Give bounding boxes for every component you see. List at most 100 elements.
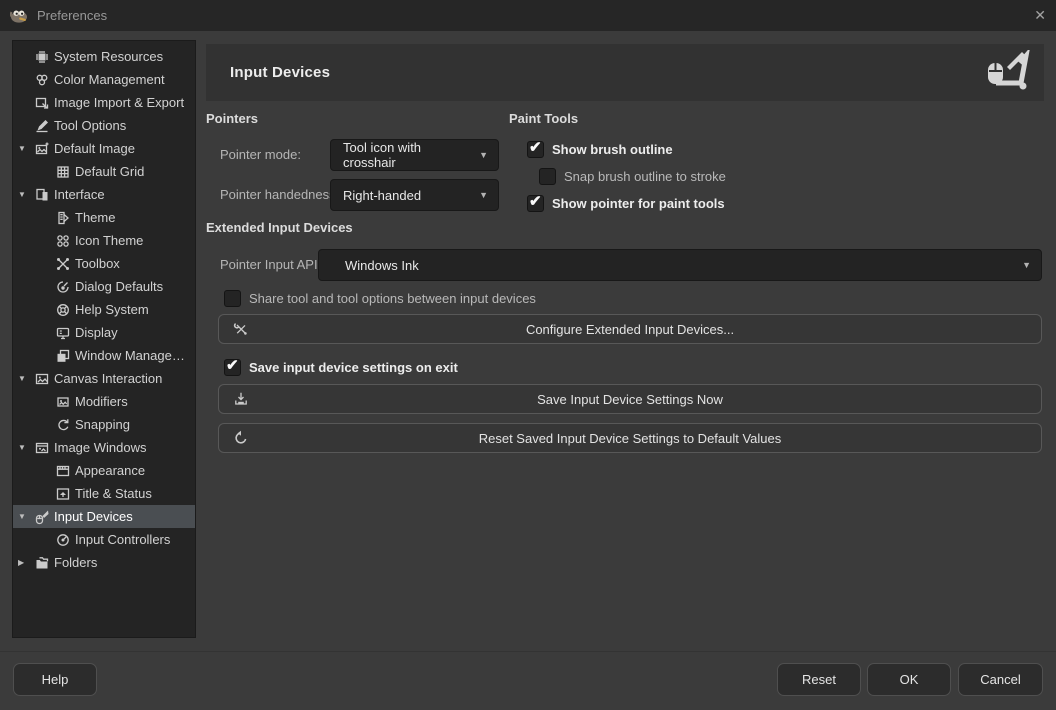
sidebar-item-input-devices[interactable]: ▼ Input Devices: [13, 505, 195, 528]
pointer-input-api-label: Pointer Input API:: [220, 249, 321, 281]
checkbox-icon[interactable]: [539, 168, 556, 185]
chevron-down-icon: ▼: [1014, 260, 1031, 270]
checkbox-icon[interactable]: [527, 195, 544, 212]
checkbox-icon[interactable]: [224, 290, 241, 307]
sidebar-item-color-management[interactable]: Color Management: [13, 68, 195, 91]
canvas-interaction-icon: [34, 371, 50, 387]
sidebar-item-label: Default Grid: [75, 164, 144, 179]
page-title: Input Devices: [230, 64, 330, 81]
reset-button[interactable]: Reset: [777, 663, 861, 696]
sidebar-item-label: Toolbox: [75, 256, 120, 271]
sidebar-item-label: Image Import & Export: [54, 95, 184, 110]
button-label: Save Input Device Settings Now: [537, 392, 723, 407]
expander-open-icon[interactable]: ▼: [18, 137, 34, 160]
expander-closed-icon[interactable]: ▶: [18, 551, 34, 574]
checkbox-icon[interactable]: [224, 359, 241, 376]
reset-settings-icon: [233, 430, 249, 446]
snap-brush-outline-checkbox[interactable]: Snap brush outline to stroke: [539, 167, 726, 185]
sidebar-tree: System Resources Color Management Image Im…: [12, 40, 196, 638]
sidebar-item-default-grid[interactable]: Default Grid: [13, 160, 195, 183]
preferences-dialog: Preferences ✕ System Resources Color Mana…: [0, 0, 1056, 710]
paint-tools-section-heading: Paint Tools: [509, 111, 578, 126]
sidebar-item-label: Modifiers: [75, 394, 128, 409]
sidebar-item-label: Display: [75, 325, 118, 340]
icon-theme-icon: [55, 233, 71, 249]
sidebar-item-canvas-interaction[interactable]: ▼ Canvas Interaction: [13, 367, 195, 390]
display-icon: [55, 325, 71, 341]
sidebar-item-input-controllers[interactable]: Input Controllers: [13, 528, 195, 551]
expander-open-icon[interactable]: ▼: [18, 367, 34, 390]
modifiers-icon: [55, 394, 71, 410]
configure-extended-input-devices-button[interactable]: Configure Extended Input Devices...: [218, 314, 1042, 344]
sidebar-item-theme[interactable]: Theme: [13, 206, 195, 229]
footer-divider: [0, 651, 1056, 652]
show-brush-outline-checkbox[interactable]: Show brush outline: [527, 140, 673, 158]
checkbox-icon[interactable]: [527, 141, 544, 158]
sidebar-item-label: Folders: [54, 555, 97, 570]
help-button[interactable]: Help: [13, 663, 97, 696]
sidebar-item-folders[interactable]: ▶ Folders: [13, 551, 195, 574]
pointer-mode-dropdown[interactable]: Tool icon with crosshair ▼: [330, 139, 499, 171]
window-title: Preferences: [37, 8, 107, 23]
close-icon[interactable]: ✕: [1018, 7, 1046, 24]
ok-button[interactable]: OK: [867, 663, 951, 696]
page-header: Input Devices: [206, 44, 1044, 101]
sidebar-item-label: Snapping: [75, 417, 130, 432]
sidebar-item-tool-options[interactable]: Tool Options: [13, 114, 195, 137]
appearance-icon: [55, 463, 71, 479]
save-settings-on-exit-checkbox[interactable]: Save input device settings on exit: [224, 358, 458, 376]
dialog-defaults-icon: [55, 279, 71, 295]
sidebar-item-label: System Resources: [54, 49, 163, 64]
sidebar-item-label: Help System: [75, 302, 149, 317]
sidebar-item-label: Icon Theme: [75, 233, 143, 248]
checkbox-label: Show pointer for paint tools: [552, 196, 725, 211]
show-pointer-paint-tools-checkbox[interactable]: Show pointer for paint tools: [527, 194, 725, 212]
sidebar-item-toolbox[interactable]: Toolbox: [13, 252, 195, 275]
chevron-down-icon: ▼: [471, 190, 488, 200]
sidebar-item-image-windows[interactable]: ▼ Image Windows: [13, 436, 195, 459]
sidebar-item-label: Default Image: [54, 141, 135, 156]
expander-open-icon[interactable]: ▼: [18, 436, 34, 459]
expander-open-icon[interactable]: ▼: [18, 183, 34, 206]
sidebar-item-window-management[interactable]: Window Management: [13, 344, 195, 367]
save-input-device-settings-button[interactable]: Save Input Device Settings Now: [218, 384, 1042, 414]
sidebar-item-modifiers[interactable]: Modifiers: [13, 390, 195, 413]
sidebar-item-display[interactable]: Display: [13, 321, 195, 344]
pointer-handedness-value: Right-handed: [343, 188, 421, 203]
gimp-wilber-icon: [10, 8, 28, 23]
sidebar-item-appearance[interactable]: Appearance: [13, 459, 195, 482]
reset-saved-settings-button[interactable]: Reset Saved Input Device Settings to Def…: [218, 423, 1042, 453]
sidebar-item-default-image[interactable]: ▼ Default Image: [13, 137, 195, 160]
share-tool-options-checkbox[interactable]: Share tool and tool options between inpu…: [224, 289, 536, 307]
window-management-icon: [55, 348, 71, 364]
interface-icon: [34, 187, 50, 203]
sidebar-item-snapping[interactable]: Snapping: [13, 413, 195, 436]
checkbox-label: Share tool and tool options between inpu…: [249, 291, 536, 306]
sidebar-item-icon-theme[interactable]: Icon Theme: [13, 229, 195, 252]
sidebar-item-title-status[interactable]: Title & Status: [13, 482, 195, 505]
cancel-button[interactable]: Cancel: [958, 663, 1043, 696]
sidebar-item-label: Canvas Interaction: [54, 371, 162, 386]
sidebar-item-label: Image Windows: [54, 440, 146, 455]
snapping-icon: [55, 417, 71, 433]
extended-input-devices-section-heading: Extended Input Devices: [206, 220, 353, 235]
checkbox-label: Show brush outline: [552, 142, 673, 157]
pointer-handedness-dropdown[interactable]: Right-handed ▼: [330, 179, 499, 211]
sidebar-item-image-import-export[interactable]: Image Import & Export: [13, 91, 195, 114]
configure-tools-icon: [233, 321, 249, 337]
sidebar-item-system-resources[interactable]: System Resources: [13, 45, 195, 68]
sidebar-item-label: Interface: [54, 187, 105, 202]
theme-icon: [55, 210, 71, 226]
sidebar-item-dialog-defaults[interactable]: Dialog Defaults: [13, 275, 195, 298]
sidebar-item-interface[interactable]: ▼ Interface: [13, 183, 195, 206]
pointer-mode-value: Tool icon with crosshair: [343, 140, 471, 170]
sidebar-item-label: Input Controllers: [75, 532, 170, 547]
image-windows-icon: [34, 440, 50, 456]
input-devices-icon: [34, 509, 50, 525]
checkbox-label: Save input device settings on exit: [249, 360, 458, 375]
pointer-input-api-dropdown[interactable]: Windows Ink ▼: [318, 249, 1042, 281]
sidebar-item-label: Input Devices: [54, 509, 133, 524]
sidebar-item-label: Color Management: [54, 72, 165, 87]
expander-open-icon[interactable]: ▼: [18, 505, 34, 528]
sidebar-item-help-system[interactable]: Help System: [13, 298, 195, 321]
